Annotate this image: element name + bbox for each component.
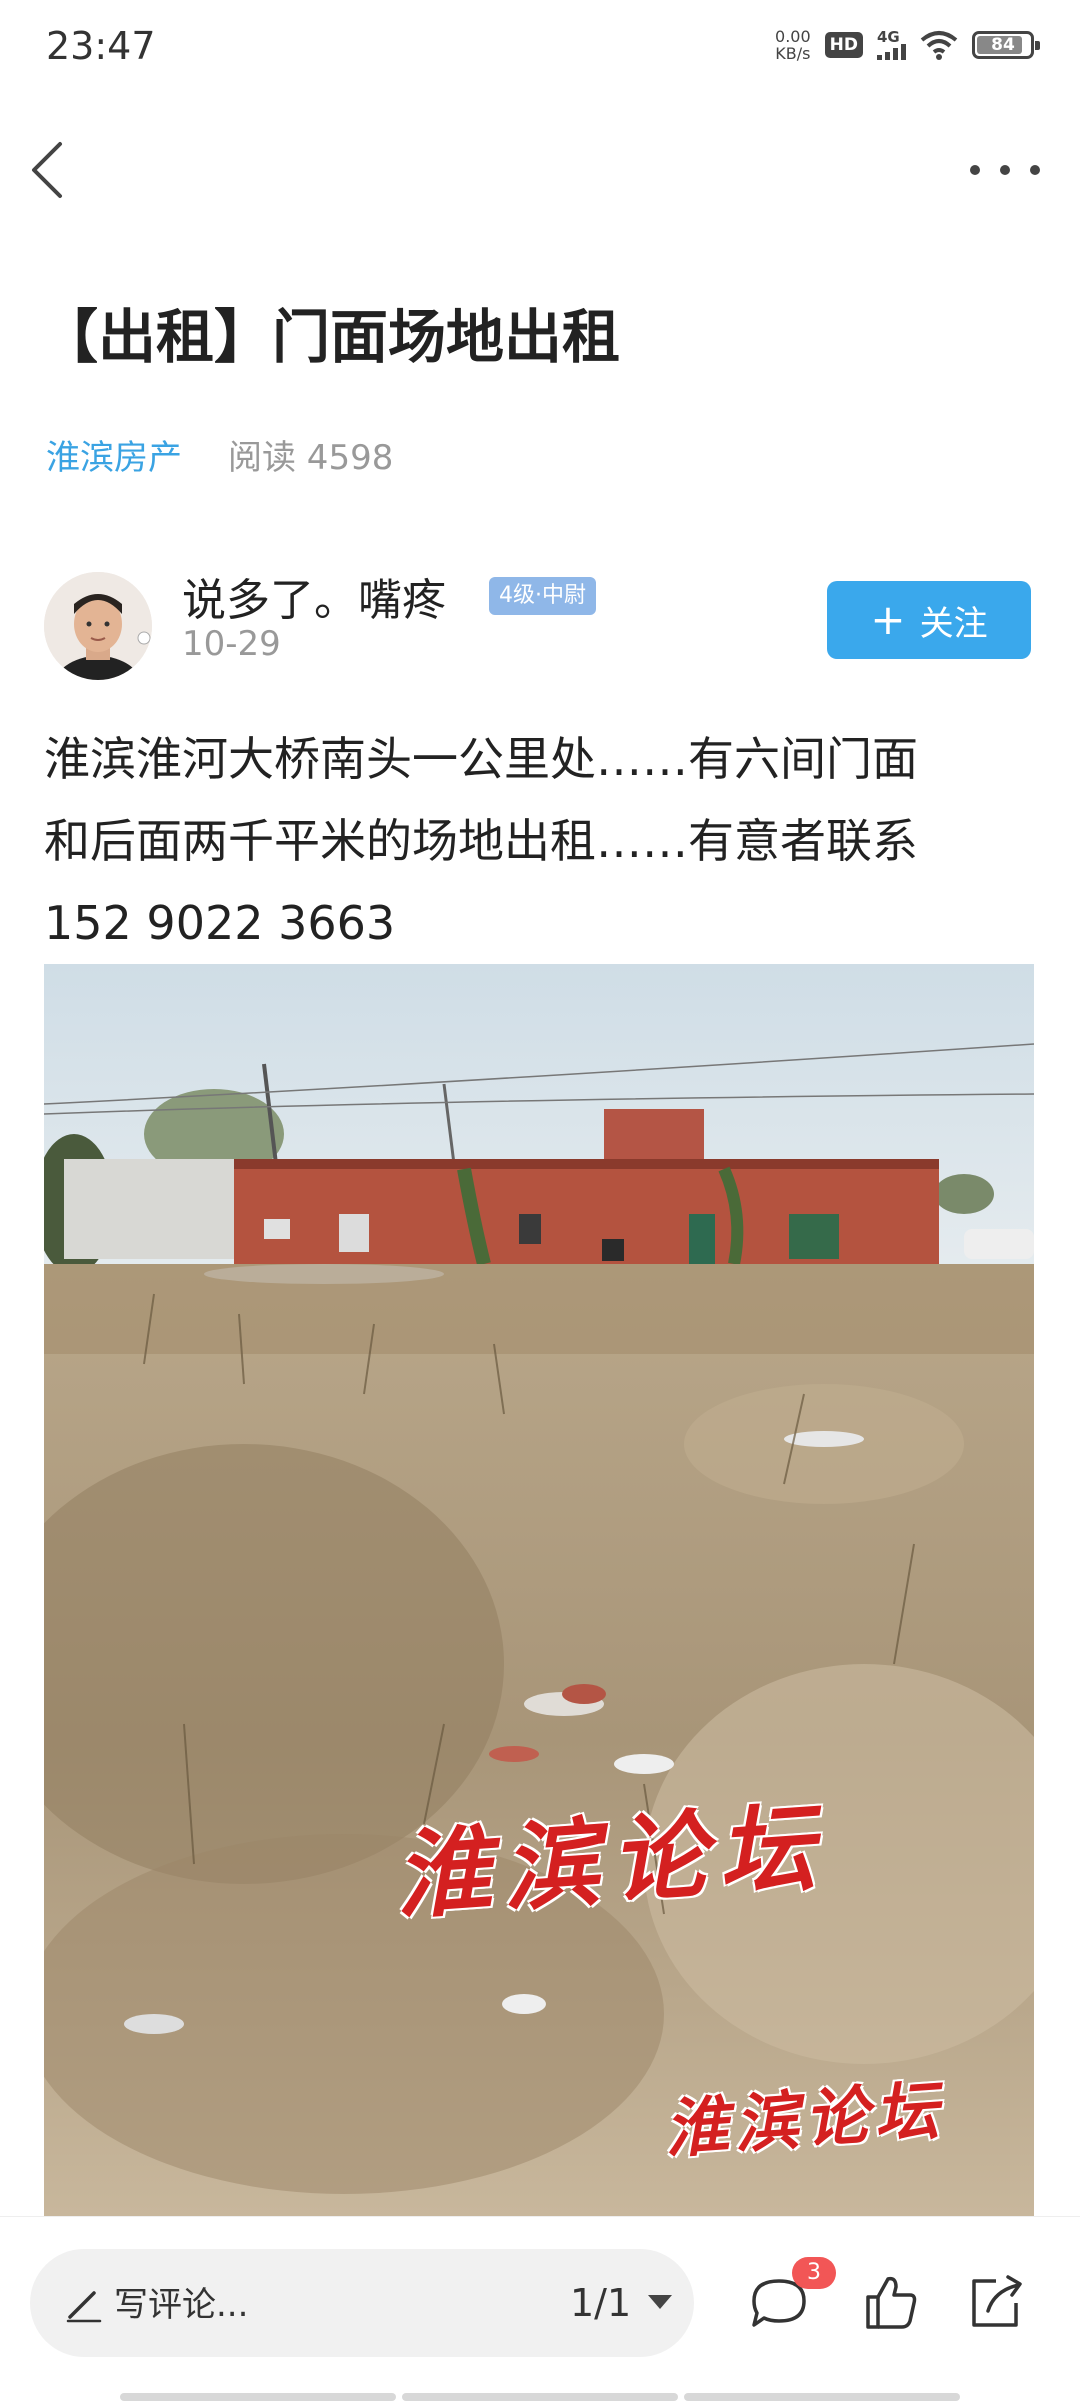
status-time: 23:47 [46, 24, 156, 68]
share-icon[interactable] [960, 2267, 1030, 2337]
pen-icon [66, 2291, 102, 2323]
content-phone[interactable]: 152 9022 3663 [44, 882, 1044, 964]
status-bar: 23:47 0.00 KB/s HD 4G 84 [0, 0, 1080, 100]
hd-icon: HD [824, 32, 863, 58]
plus-icon: + [870, 595, 906, 644]
bottom-bar: 写评论... 1/1 3 [0, 2216, 1080, 2401]
post-content: 淮滨淮河大桥南头一公里处……有六间门面 和后面两千平米的场地出租……有意者联系 … [44, 718, 1044, 964]
like-icon[interactable] [856, 2267, 926, 2337]
author-name[interactable]: 说多了。嘴疼 [182, 564, 446, 628]
content-line: 淮滨淮河大桥南头一公里处……有六间门面 [44, 732, 918, 786]
avatar[interactable] [44, 572, 152, 680]
post-title: 【出租】门面场地出租 [40, 303, 621, 371]
net-speed: 0.00 KB/s [775, 27, 811, 63]
content-line: 和后面两千平米的场地出租……有意者联系 [44, 814, 918, 868]
level-badge: 4级·中尉 [489, 577, 596, 615]
chevron-left-icon[interactable] [24, 140, 74, 200]
post-photo[interactable]: 淮滨论坛 淮滨论坛 [44, 964, 1034, 2216]
status-indicators: 0.00 KB/s HD 4G 84 [775, 27, 1040, 63]
page-indicator[interactable]: 1/1 [570, 2281, 631, 2325]
comment-count-badge: 3 [792, 2257, 836, 2289]
post-date: 10-29 [182, 624, 281, 664]
battery-icon: 84 [972, 31, 1040, 59]
more-dots-icon[interactable] [970, 150, 1040, 190]
post-meta: 淮滨房产 阅读 4598 [46, 430, 393, 479]
follow-button[interactable]: + 关注 [827, 581, 1031, 659]
read-count: 阅读 4598 [228, 438, 394, 478]
wifi-icon [920, 31, 958, 60]
cellular-signal-icon: 4G [877, 30, 906, 60]
category-link[interactable]: 淮滨房产 [46, 430, 182, 479]
dropdown-caret-icon[interactable] [648, 2295, 672, 2309]
comment-input[interactable]: 写评论... 1/1 [30, 2249, 694, 2357]
comment-placeholder: 写评论... [114, 2285, 249, 2325]
photo-watermark: 淮滨论坛 [662, 2073, 947, 2168]
